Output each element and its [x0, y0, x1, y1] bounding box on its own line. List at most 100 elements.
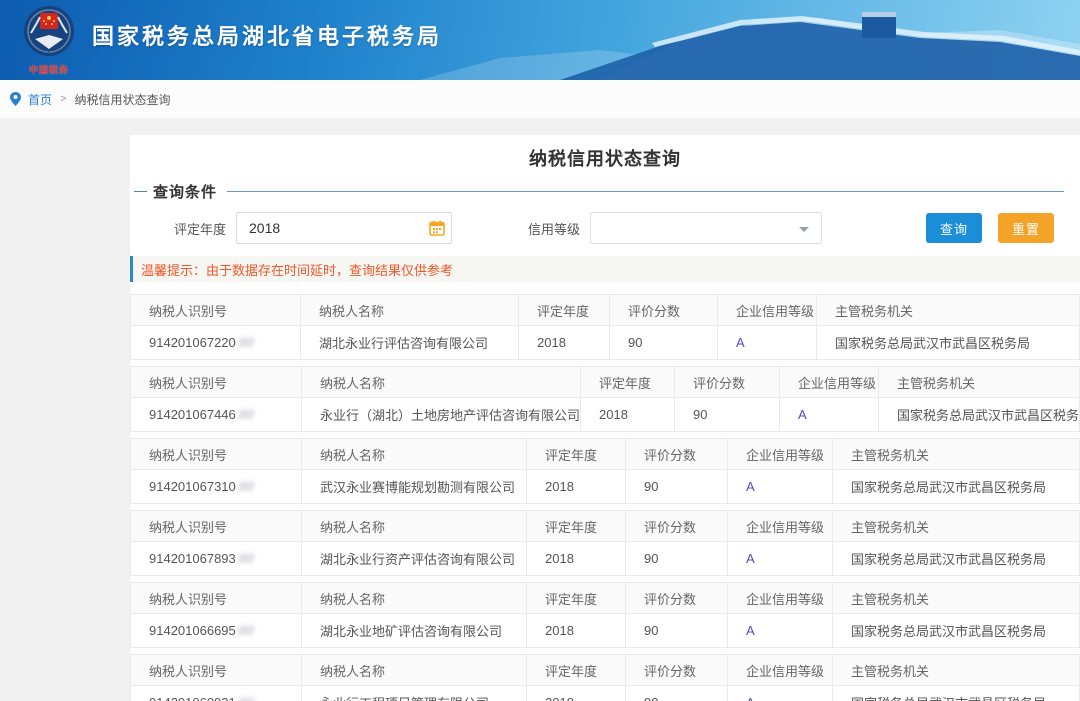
year-cell: 2018 — [527, 470, 626, 503]
assessment-year-input[interactable] — [236, 212, 452, 244]
col-header-grade: 企业信用等级 — [728, 655, 833, 685]
col-header-score: 评价分数 — [626, 439, 728, 469]
col-header-authority: 主管税务机关 — [879, 367, 1079, 397]
grade-link[interactable]: A — [746, 623, 755, 638]
taxpayer-id-masked: ////// — [238, 623, 254, 638]
year-cell: 2018 — [527, 686, 626, 701]
query-form: 评定年度 信用等级 — [174, 212, 1080, 244]
authority-cell: 国家税务总局武汉市武昌区税务局 — [833, 686, 1079, 701]
col-header-taxpayer-name: 纳税人名称 — [302, 439, 527, 469]
top-banner: 中国税务 国家税务总局湖北省电子税务局 — [0, 0, 1080, 80]
table-header-row: 纳税人识别号 纳税人名称 评定年度 评价分数 企业信用等级 主管税务机关 — [131, 295, 1079, 326]
col-header-score: 评价分数 — [610, 295, 718, 325]
result-table: 纳税人识别号 纳税人名称 评定年度 评价分数 企业信用等级 主管税务机关 914… — [130, 438, 1080, 504]
table-header-row: 纳税人识别号 纳税人名称 评定年度 评价分数 企业信用等级 主管税务机关 — [131, 367, 1079, 398]
taxpayer-id-cell: 914201067310////// — [131, 470, 302, 503]
taxpayer-id-visible: 914201066695 — [149, 623, 236, 638]
logo-caption: 中国税务 — [20, 63, 78, 76]
table-header-row: 纳税人识别号 纳税人名称 评定年度 评价分数 企业信用等级 主管税务机关 — [131, 511, 1079, 542]
score-cell: 90 — [626, 614, 728, 647]
authority-cell: 国家税务总局武汉市武昌区税务局 — [833, 470, 1079, 503]
taxpayer-id-visible: 914201067310 — [149, 479, 236, 494]
score-cell: 90 — [626, 542, 728, 575]
col-header-taxpayer-id: 纳税人识别号 — [131, 367, 302, 397]
taxpayer-name-cell: 湖北永业地矿评估咨询有限公司 — [302, 614, 527, 647]
grade-cell: A — [718, 326, 817, 359]
authority-cell: 国家税务总局武汉市武昌区税务局 — [879, 398, 1079, 431]
authority-cell: 国家税务总局武汉市武昌区税务局 — [833, 614, 1079, 647]
year-cell: 2018 — [527, 614, 626, 647]
col-header-authority: 主管税务机关 — [833, 583, 1079, 613]
col-header-taxpayer-id: 纳税人识别号 — [131, 295, 301, 325]
score-cell: 90 — [610, 326, 718, 359]
result-table: 纳税人识别号 纳税人名称 评定年度 评价分数 企业信用等级 主管税务机关 914… — [130, 582, 1080, 648]
col-header-year: 评定年度 — [519, 295, 610, 325]
breadcrumb-home-link[interactable]: 首页 — [28, 91, 52, 108]
taxpayer-id-cell: 914201067446////// — [131, 398, 302, 431]
site-title: 国家税务总局湖北省电子税务局 — [92, 19, 442, 51]
form-buttons: 查询 重置 — [926, 213, 1054, 243]
year-label: 评定年度 — [174, 219, 226, 238]
authority-cell: 国家税务总局武汉市武昌区税务局 — [817, 326, 1079, 359]
col-header-taxpayer-id: 纳税人识别号 — [131, 583, 302, 613]
taxpayer-id-masked: ////// — [238, 407, 254, 422]
tip-text: 温馨提示：由于数据存在时间延时，查询结果仅供参考 — [141, 260, 453, 279]
col-header-authority: 主管税务机关 — [833, 655, 1079, 685]
col-header-authority: 主管税务机关 — [833, 439, 1079, 469]
results-tables: 纳税人识别号 纳税人名称 评定年度 评价分数 企业信用等级 主管税务机关 914… — [130, 294, 1080, 701]
taxpayer-id-masked: ////// — [238, 551, 254, 566]
table-header-row: 纳税人识别号 纳税人名称 评定年度 评价分数 企业信用等级 主管税务机关 — [131, 583, 1079, 614]
year-cell: 2018 — [581, 398, 675, 431]
grade-link[interactable]: A — [736, 335, 745, 350]
col-header-score: 评价分数 — [626, 511, 728, 541]
col-header-taxpayer-name: 纳税人名称 — [302, 655, 527, 685]
taxpayer-id-cell: 914201066695////// — [131, 614, 302, 647]
col-header-score: 评价分数 — [675, 367, 780, 397]
grade-link[interactable]: A — [746, 551, 755, 566]
breadcrumb: 首页 > 纳税信用状态查询 — [0, 80, 1080, 118]
taxpayer-name-cell: 永业行（湖北）土地房地产评估咨询有限公司 — [302, 398, 581, 431]
grade-link[interactable]: A — [746, 695, 755, 701]
year-field-wrapper — [236, 212, 452, 244]
breadcrumb-current: 纳税信用状态查询 — [74, 91, 170, 108]
score-cell: 90 — [675, 398, 780, 431]
col-header-year: 评定年度 — [527, 655, 626, 685]
page-title: 纳税信用状态查询 — [130, 147, 1080, 171]
content-card: 纳税信用状态查询 查询条件 评定年度 — [130, 135, 1080, 701]
result-table: 纳税人识别号 纳税人名称 评定年度 评价分数 企业信用等级 主管税务机关 914… — [130, 654, 1080, 701]
credit-grade-select[interactable] — [590, 212, 822, 244]
col-header-year: 评定年度 — [527, 511, 626, 541]
table-row: 914201067310////// 武汉永业赛博能规划勘测有限公司 2018 … — [131, 470, 1079, 503]
taxpayer-id-masked: ////// — [238, 479, 254, 494]
query-button[interactable]: 查询 — [926, 213, 982, 243]
taxpayer-id-cell: 914201067220////// — [131, 326, 301, 359]
table-row: 914201060931////// 永业行工程项目管理有限公司 2018 90… — [131, 686, 1079, 701]
year-cell: 2018 — [527, 542, 626, 575]
query-conditions-section-header: 查询条件 — [134, 181, 1064, 202]
col-header-taxpayer-name: 纳税人名称 — [302, 583, 527, 613]
score-cell: 90 — [626, 686, 728, 701]
score-cell: 90 — [626, 470, 728, 503]
page-body: 纳税信用状态查询 查询条件 评定年度 — [0, 118, 1080, 701]
result-table: 纳税人识别号 纳税人名称 评定年度 评价分数 企业信用等级 主管税务机关 914… — [130, 510, 1080, 576]
taxpayer-name-cell: 武汉永业赛博能规划勘测有限公司 — [302, 470, 527, 503]
legend-dash — [134, 191, 147, 192]
col-header-grade: 企业信用等级 — [728, 439, 833, 469]
legend-line — [227, 191, 1064, 192]
col-header-taxpayer-name: 纳税人名称 — [302, 367, 581, 397]
taxpayer-name-cell: 永业行工程项目管理有限公司 — [302, 686, 527, 701]
table-header-row: 纳税人识别号 纳税人名称 评定年度 评价分数 企业信用等级 主管税务机关 — [131, 655, 1079, 686]
calendar-icon[interactable] — [429, 220, 445, 236]
breadcrumb-separator: > — [60, 93, 66, 105]
grade-cell: A — [728, 686, 833, 701]
col-header-grade: 企业信用等级 — [718, 295, 817, 325]
credit-grade-label: 信用等级 — [528, 219, 580, 238]
reset-button[interactable]: 重置 — [998, 213, 1054, 243]
col-header-year: 评定年度 — [527, 439, 626, 469]
result-table: 纳税人识别号 纳税人名称 评定年度 评价分数 企业信用等级 主管税务机关 914… — [130, 366, 1080, 432]
col-header-taxpayer-id: 纳税人识别号 — [131, 511, 302, 541]
taxpayer-id-visible: 914201067446 — [149, 407, 236, 422]
grade-link[interactable]: A — [746, 479, 755, 494]
col-header-grade: 企业信用等级 — [728, 511, 833, 541]
grade-link[interactable]: A — [798, 407, 807, 422]
